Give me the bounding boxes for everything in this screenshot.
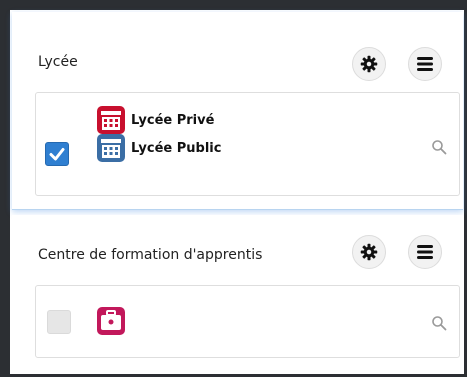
hamburger-icon (417, 57, 433, 71)
layer-checkbox[interactable] (45, 142, 69, 166)
building-icon (97, 134, 125, 162)
panel-title: Centre de formation d'apprentis (38, 247, 263, 263)
list-item (96, 306, 131, 336)
panel-cfa: Centre de formation d'apprentis (12, 215, 463, 371)
layer-checkbox[interactable] (47, 310, 71, 334)
list-item: Lycée Privé (96, 105, 214, 135)
panel-title: Lycée (38, 54, 78, 70)
gear-icon (360, 55, 378, 73)
layer-list: Lycée Privé Lycée Public (35, 92, 460, 196)
layer-list (35, 285, 460, 358)
panel-lycee: Lycée Lycée Privé Lycée Public (12, 12, 463, 210)
search-icon[interactable] (431, 315, 447, 331)
list-item: Lycée Public (96, 133, 221, 163)
building-icon (97, 106, 125, 134)
entry-label: Lycée Privé (131, 112, 215, 128)
gear-icon (360, 243, 378, 261)
briefcase-icon (97, 307, 125, 335)
hamburger-icon (417, 245, 433, 259)
search-icon[interactable] (431, 139, 447, 155)
menu-button[interactable] (408, 47, 442, 81)
settings-button[interactable] (352, 47, 386, 81)
entry-label: Lycée Public (131, 140, 222, 156)
menu-button[interactable] (408, 235, 442, 269)
checkmark-icon (49, 148, 65, 161)
settings-button[interactable] (352, 235, 386, 269)
